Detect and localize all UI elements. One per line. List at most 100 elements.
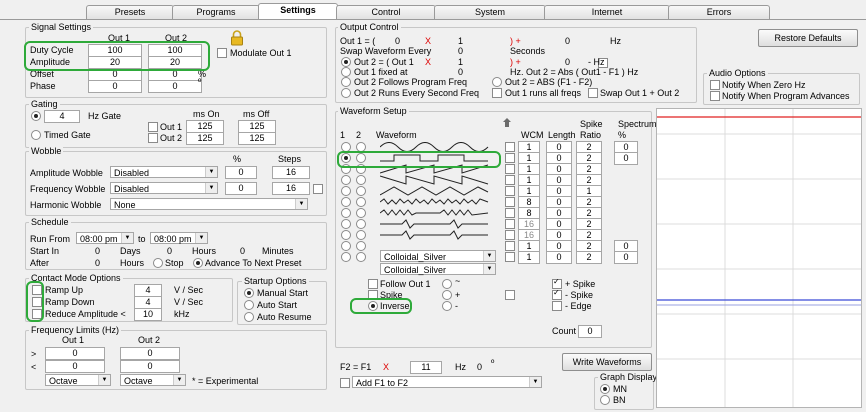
waveform-out2-radio-6[interactable] [356,197,366,207]
out1-offset-value[interactable]: 0 [565,36,570,46]
swap-out-checkbox[interactable] [588,88,598,98]
count-input[interactable]: 0 [578,325,602,338]
add-f1-to-f2-checkbox[interactable] [340,378,350,388]
start-days-value[interactable]: 0 [95,246,100,256]
waveform-out1-radio-9[interactable] [341,230,351,240]
plus-radio[interactable] [442,290,452,300]
modulate-out1-checkbox[interactable] [217,48,227,58]
minus-radio[interactable] [442,301,452,311]
frequency-wobble-percent-input[interactable]: 0 [225,182,257,195]
amplitude-wobble-select[interactable]: Disabled ▼ [110,166,218,178]
freq-max-out2-input[interactable]: 0 [120,360,180,373]
waveform-out2-radio-4[interactable] [356,175,366,185]
phase-out2-input[interactable]: 0 [148,80,202,93]
f2-offset-value[interactable]: 0 [477,362,482,372]
gate-on2-input[interactable]: 125 [186,132,224,145]
gate-off2-input[interactable]: 125 [238,132,276,145]
spectrum-input-11[interactable]: 0 [614,251,638,264]
colloidal-select-1[interactable]: Colloidal_Silver ▼ [380,250,496,262]
out2-equals-radio[interactable] [341,57,351,67]
out2-runs-every-radio[interactable] [341,88,351,98]
tab-system[interactable]: System [434,5,546,19]
after-hours-value[interactable]: 0 [95,258,100,268]
out1-runs-all-checkbox[interactable] [492,88,502,98]
waveform-out2-radio-5[interactable] [356,186,366,196]
run-from-time-select[interactable]: 08:00 pm ▼ [76,232,134,244]
start-minutes-value[interactable]: 0 [240,246,245,256]
out2-abs-radio[interactable] [492,77,502,87]
ratio-input-11[interactable]: 2 [576,251,602,264]
frequency-wobble-checkbox[interactable] [313,184,323,194]
tab-internet[interactable]: Internet [544,5,670,19]
freq-min-out2-input[interactable]: 0 [120,347,180,360]
waveform-row-checkbox-8[interactable] [505,219,515,229]
gate-out1-checkbox[interactable] [148,122,158,132]
waveform-out2-radio-7[interactable] [356,208,366,218]
graph-bn-radio[interactable] [600,395,610,405]
phase-out1-input[interactable]: 0 [88,80,142,93]
waveform-out1-radio-10[interactable] [341,241,351,251]
out2-offset-value[interactable]: 0 [565,57,570,67]
waveform-row-checkbox-1[interactable] [505,142,515,152]
waveform-row-checkbox-4[interactable] [505,175,515,185]
waveform-out2-radio-8[interactable] [356,219,366,229]
reduce-amplitude-input[interactable]: 10 [134,308,162,321]
f2-multiplier-input[interactable]: 11 [410,361,442,374]
waveform-out1-radio-11[interactable] [341,252,351,262]
gate-out2-checkbox[interactable] [148,133,158,143]
minus-spike-checkbox[interactable]: ✓ [552,288,562,300]
tab-presets[interactable]: Presets [86,5,174,19]
add-f1-to-f2-select[interactable]: Add F1 to F2 ▼ [352,376,542,388]
follow-out1-checkbox[interactable] [368,279,378,289]
octave-out1-select[interactable]: Octave ▼ [45,374,111,386]
frequency-wobble-steps-input[interactable]: 16 [272,182,310,195]
out2-follows-radio[interactable] [341,77,351,87]
colloidal-select-2[interactable]: Colloidal_Silver ▼ [380,263,496,275]
waveform-row-checkbox-2[interactable] [505,153,515,163]
waveform-row-checkbox-11[interactable] [505,252,515,262]
waveform-out1-radio-5[interactable] [341,186,351,196]
wcm-input-11[interactable]: 1 [518,251,540,264]
amplitude-wobble-percent-input[interactable]: 0 [225,166,257,179]
waveform-out2-radio-11[interactable] [356,252,366,262]
out1-multiplier-a[interactable]: 0 [395,36,400,46]
amplitude-wobble-steps-input[interactable]: 16 [272,166,310,179]
graph-mn-radio[interactable] [600,384,610,394]
tab-settings[interactable]: Settings [258,3,338,20]
spike-option-checkbox[interactable] [505,290,515,300]
tab-control[interactable]: Control [336,5,436,19]
out1-multiplier-b[interactable]: 1 [458,36,463,46]
freq-min-out1-input[interactable]: 0 [45,347,105,360]
notify-zero-hz-checkbox[interactable] [710,80,720,90]
start-hours-value[interactable]: 0 [167,246,172,256]
auto-resume-radio[interactable] [244,312,254,322]
waveform-out1-radio-8[interactable] [341,219,351,229]
waveform-row-checkbox-10[interactable] [505,241,515,251]
lock-icon[interactable] [230,30,244,46]
tab-programs[interactable]: Programs [172,5,260,19]
waveform-out2-radio-9[interactable] [356,230,366,240]
notify-program-advances-checkbox[interactable] [710,91,720,101]
waveform-out2-radio-10[interactable] [356,241,366,251]
hz-gate-radio[interactable] [31,111,41,121]
tilde-radio[interactable] [442,279,452,289]
spectrum-input-2[interactable]: 0 [614,152,638,165]
timed-gate-radio[interactable] [31,130,41,140]
length-input-11[interactable]: 0 [546,251,572,264]
waveform-out1-radio-7[interactable] [341,208,351,218]
manual-start-radio[interactable] [244,288,254,298]
write-waveforms-button[interactable]: Write Waveforms [562,353,652,371]
run-to-time-select[interactable]: 08:00 pm ▼ [150,232,208,244]
out2-multiplier[interactable]: 1 [458,57,463,67]
waveform-row-checkbox-7[interactable] [505,208,515,218]
pointer-hand-icon[interactable] [500,116,514,130]
out1-fixed-value[interactable]: 0 [458,67,463,77]
waveform-row-checkbox-9[interactable] [505,230,515,240]
hz-gate-input[interactable]: 4 [44,110,80,123]
waveform-row-checkbox-6[interactable] [505,197,515,207]
stop-radio[interactable] [153,258,163,268]
advance-radio[interactable] [193,258,203,268]
out1-fixed-radio[interactable] [341,67,351,77]
edge-checkbox[interactable] [552,301,562,311]
waveform-out1-radio-4[interactable] [341,175,351,185]
